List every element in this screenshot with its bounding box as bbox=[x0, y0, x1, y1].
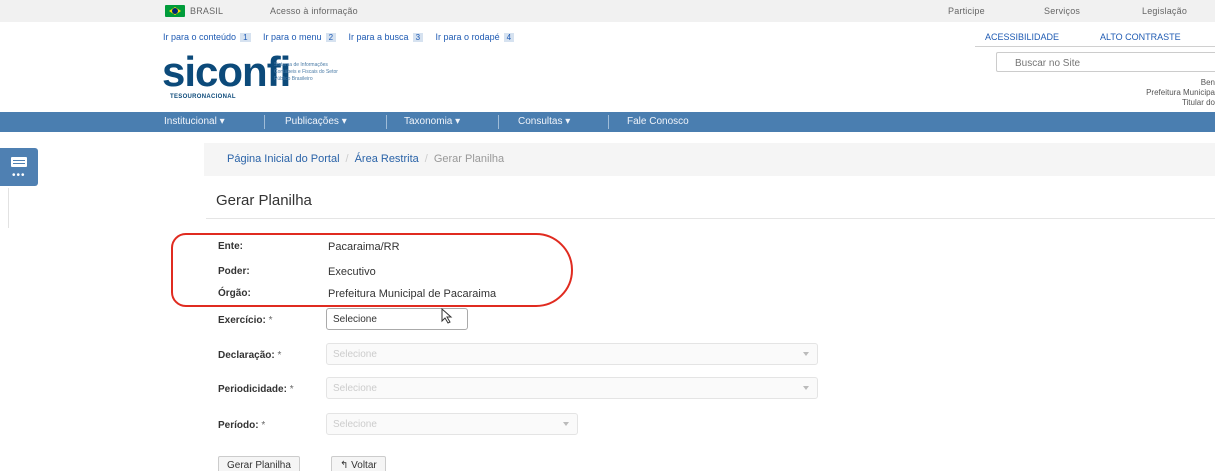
side-toolbar-button[interactable]: ••• bbox=[0, 148, 38, 186]
periodo-label: Período: * bbox=[218, 420, 266, 431]
skip-to-menu-key[interactable]: 2 bbox=[325, 33, 337, 42]
accessibility-divider bbox=[975, 46, 1215, 47]
nav-institucional[interactable]: Institucional ▾ bbox=[164, 116, 225, 127]
skip-to-content-link[interactable]: Ir para o conteúdo bbox=[163, 32, 236, 42]
acesso-informacao-link[interactable]: Acesso à informação bbox=[270, 6, 358, 16]
site-search[interactable] bbox=[996, 52, 1215, 73]
user-greeting: Ben bbox=[1200, 78, 1215, 87]
skip-to-content-key[interactable]: 1 bbox=[240, 33, 251, 42]
search-input[interactable] bbox=[997, 54, 1215, 73]
periodicidade-select-value: Selecione bbox=[333, 383, 377, 394]
back-button[interactable]: ↰ Voltar bbox=[331, 456, 386, 471]
skip-to-search-key[interactable]: 3 bbox=[412, 33, 424, 42]
user-organization: Prefeitura Municipa bbox=[1146, 88, 1215, 97]
skip-to-menu-link[interactable]: Ir para o menu bbox=[263, 32, 322, 42]
red-highlight-annotation bbox=[171, 233, 573, 307]
accessibility-link[interactable]: ACESSIBILIDADE bbox=[985, 32, 1059, 42]
declaracao-label: Declaração: * bbox=[218, 350, 282, 361]
user-role: Titular do bbox=[1181, 98, 1215, 107]
nav-separator bbox=[386, 115, 387, 129]
periodo-select[interactable]: Selecione bbox=[326, 413, 578, 435]
periodicidade-label: Periodicidade: * bbox=[218, 384, 294, 395]
chevron-down-icon bbox=[563, 422, 569, 426]
brazil-flag-icon[interactable] bbox=[165, 5, 185, 17]
side-divider bbox=[8, 188, 9, 228]
nav-taxonomia[interactable]: Taxonomia ▾ bbox=[404, 116, 460, 127]
nav-separator bbox=[498, 115, 499, 129]
servicos-link[interactable]: Serviços bbox=[1044, 6, 1080, 16]
tesouro-nacional-logo: TESOURONACIONAL bbox=[170, 94, 236, 100]
exercicio-label: Exercício: * bbox=[218, 315, 273, 326]
generate-spreadsheet-button[interactable]: Gerar Planilha bbox=[218, 456, 300, 471]
breadcrumb-restricted-link[interactable]: Área Restrita bbox=[355, 153, 419, 165]
title-divider bbox=[206, 218, 1215, 219]
participe-link[interactable]: Participe bbox=[948, 6, 985, 16]
breadcrumb-separator: / bbox=[424, 153, 428, 165]
breadcrumb-home-link[interactable]: Página Inicial do Portal bbox=[227, 153, 340, 165]
nav-consultas[interactable]: Consultas ▾ bbox=[518, 116, 570, 127]
government-bar: BRASIL Acesso à informação Participe Ser… bbox=[0, 0, 1215, 22]
breadcrumb-current: Gerar Planilha bbox=[433, 153, 505, 165]
page-title: Gerar Planilha bbox=[216, 192, 312, 209]
siconfi-logo[interactable]: siconfi Sistema de Informações Contábeis… bbox=[162, 48, 338, 101]
breadcrumb: Página Inicial do Portal / Área Restrita / G… bbox=[204, 143, 1215, 176]
brasil-link[interactable]: BRASIL bbox=[190, 6, 223, 16]
keyboard-icon bbox=[11, 157, 27, 167]
high-contrast-link[interactable]: ALTO CONTRASTE bbox=[1100, 32, 1181, 42]
skip-to-footer-key[interactable]: 4 bbox=[503, 33, 515, 42]
skip-links: Ir para o conteúdo 1 Ir para o menu 2 Ir p… bbox=[163, 32, 524, 42]
nav-publicacoes[interactable]: Publicações ▾ bbox=[285, 116, 347, 127]
nav-separator bbox=[264, 115, 265, 129]
nav-separator bbox=[608, 115, 609, 129]
chevron-down-icon bbox=[803, 386, 809, 390]
nav-fale-conosco[interactable]: Fale Conosco bbox=[627, 116, 689, 127]
logo-wordmark: siconfi bbox=[162, 48, 291, 95]
periodicidade-select[interactable]: Selecione bbox=[326, 377, 818, 399]
declaracao-select-value: Selecione bbox=[333, 349, 377, 360]
declaracao-select[interactable]: Selecione bbox=[326, 343, 818, 365]
chevron-down-icon bbox=[803, 352, 809, 356]
user-info: Ben Prefeitura Municipa Titular do bbox=[1146, 78, 1215, 108]
periodo-select-value: Selecione bbox=[333, 419, 377, 430]
skip-to-footer-link[interactable]: Ir para o rodapé bbox=[436, 32, 500, 42]
exercicio-select-value: Selecione bbox=[333, 314, 377, 325]
skip-to-search-link[interactable]: Ir para a busca bbox=[349, 32, 409, 42]
more-dots-icon: ••• bbox=[12, 170, 26, 181]
legislacao-link[interactable]: Legislação bbox=[1142, 6, 1187, 16]
mouse-cursor-icon bbox=[441, 308, 453, 324]
logo-subtitle: Sistema de Informações Contábeis e Fisca… bbox=[274, 62, 338, 82]
breadcrumb-separator: / bbox=[345, 153, 349, 165]
main-nav: Institucional ▾ Publicações ▾ Taxonomia … bbox=[0, 112, 1215, 132]
